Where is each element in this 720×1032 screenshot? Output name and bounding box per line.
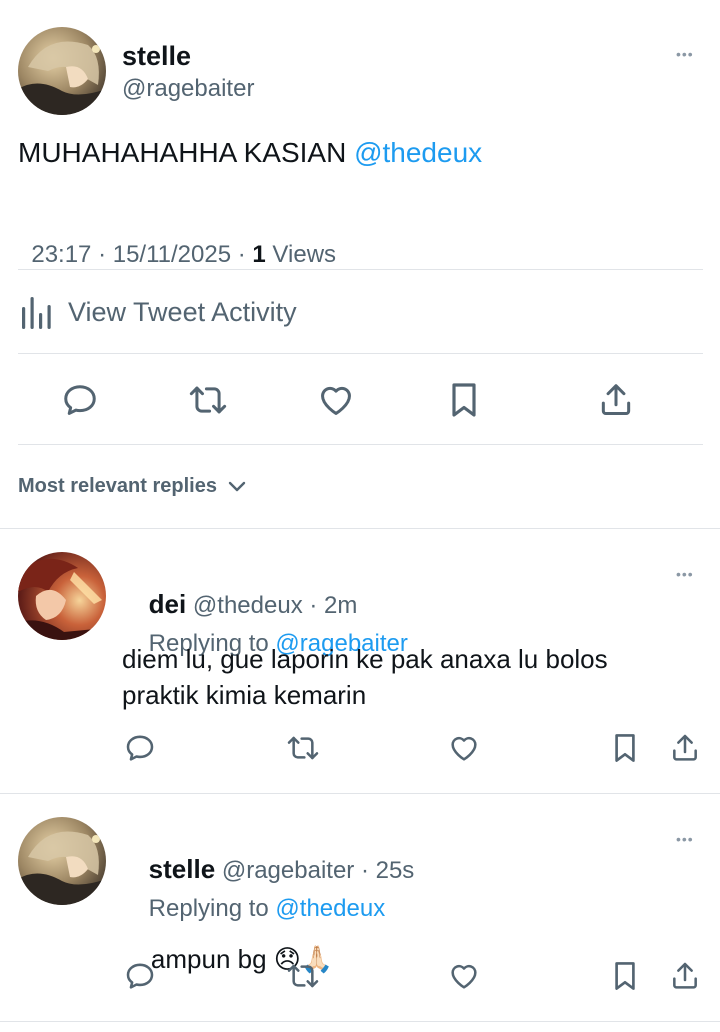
view-tweet-activity-label: View Tweet Activity [68, 296, 297, 327]
replies-sort-dropdown[interactable]: Most relevant replies [18, 472, 249, 500]
share-button[interactable] [667, 730, 703, 766]
share-icon [673, 962, 697, 989]
bookmark-icon [615, 962, 635, 990]
bookmark-button[interactable] [442, 378, 486, 422]
retweet-button[interactable] [186, 378, 230, 422]
bookmark-icon [615, 734, 635, 762]
reply-text: diem lu, gue laporin ke pak anaxa lu bol… [122, 641, 608, 713]
tweet-mention-link[interactable]: @thedeux [354, 137, 482, 168]
meta-separator: · [231, 241, 253, 268]
views-label: Views [265, 241, 337, 268]
heart-icon [451, 964, 477, 989]
heart-icon [321, 386, 351, 415]
author-handle[interactable]: @ragebaiter [122, 75, 254, 103]
reply-button[interactable] [122, 730, 158, 766]
retweet-icon [287, 736, 319, 760]
like-button[interactable] [446, 958, 482, 994]
divider [18, 269, 703, 270]
share-button[interactable] [667, 958, 703, 994]
divider [18, 444, 703, 445]
avatar[interactable] [18, 817, 106, 905]
avatar[interactable] [18, 552, 106, 640]
tweet-meta: 23:17 · 15/11/2025 · 1 Views [18, 213, 336, 269]
reply-button[interactable] [58, 378, 102, 422]
chevron-down-icon [225, 474, 249, 498]
like-button[interactable] [446, 730, 482, 766]
retweet-icon [189, 386, 227, 414]
more-options-icon[interactable]: ••• [676, 567, 694, 581]
replies-sort-label: Most relevant replies [18, 474, 217, 497]
retweet-button[interactable] [283, 730, 323, 766]
bookmark-icon [452, 383, 476, 417]
divider [18, 353, 703, 354]
author-name[interactable]: stelle [122, 40, 191, 72]
reply-icon [126, 963, 154, 989]
more-options-icon[interactable]: ••• [676, 832, 694, 846]
share-icon [673, 734, 697, 761]
retweet-button[interactable] [283, 958, 323, 994]
reply-item[interactable]: stelle @ragebaiter · 25s ••• Replying to… [0, 794, 720, 1020]
reply-text-body: ampun bg [150, 944, 274, 974]
reply-item[interactable]: dei @thedeux · 2m ••• Replying to @rageb… [0, 529, 720, 793]
view-tweet-activity[interactable]: View Tweet Activity [18, 290, 297, 334]
retweet-icon [287, 964, 319, 988]
reply-text-line: praktik kimia kemarin [122, 680, 367, 710]
bookmark-button[interactable] [610, 958, 640, 994]
more-options-icon[interactable]: ••• [676, 47, 694, 61]
tweet-text-body: MUHAHAHAHHA KASIAN [18, 137, 355, 168]
like-button[interactable] [314, 378, 358, 422]
reply-icon [64, 385, 96, 415]
author-avatar[interactable] [18, 27, 106, 115]
meta-separator: · [91, 241, 113, 268]
section-divider [0, 1021, 720, 1022]
tweet-date: 15/11/2025 [112, 241, 232, 268]
tweet-time: 23:17 [31, 241, 92, 268]
share-button[interactable] [594, 378, 638, 422]
reply-button[interactable] [122, 958, 158, 994]
analytics-icon [18, 292, 58, 332]
views-count: 1 [252, 241, 266, 268]
heart-icon [451, 736, 477, 761]
reply-text-line: diem lu, gue laporin ke pak anaxa lu bol… [122, 644, 608, 674]
bookmark-button[interactable] [610, 730, 640, 766]
tweet-text: MUHAHAHAHHA KASIAN @thedeux [18, 136, 482, 170]
reply-icon [126, 735, 154, 761]
share-icon [601, 384, 631, 415]
